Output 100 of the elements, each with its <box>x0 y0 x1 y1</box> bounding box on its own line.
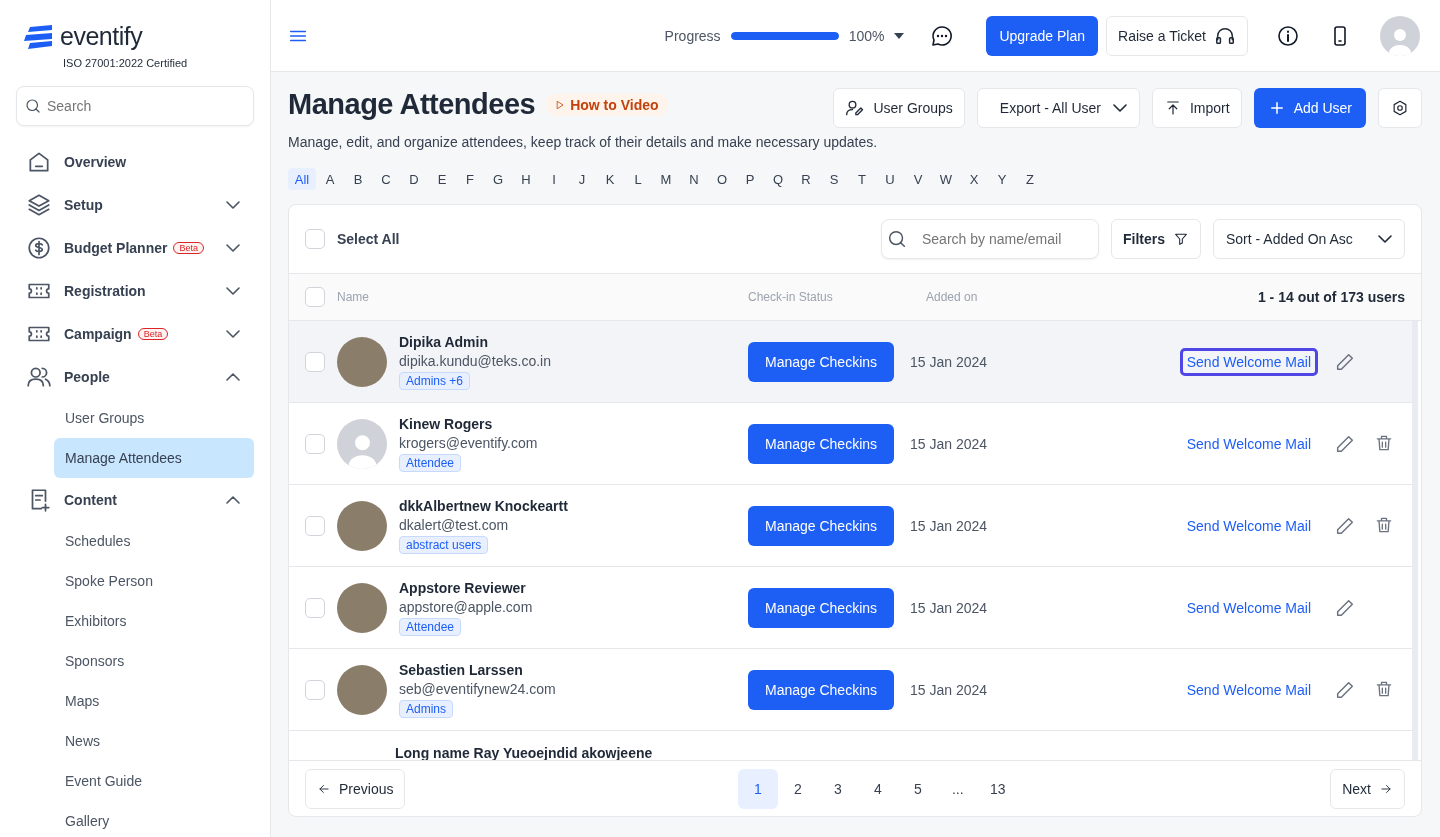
attendee-name: Dipika Admin <box>399 333 489 350</box>
send-welcome-mail-link[interactable]: Send Welcome Mail <box>1179 511 1318 540</box>
caret-icon[interactable] <box>894 32 905 39</box>
letter-filter[interactable]: Z <box>1016 168 1044 190</box>
send-welcome-mail-link[interactable]: Send Welcome Mail <box>1179 429 1318 458</box>
previous-button[interactable]: Previous <box>305 768 406 809</box>
export-dropdown[interactable]: Export - All User <box>976 88 1140 128</box>
letter-filter[interactable]: U <box>876 168 904 190</box>
sidebar-subitem[interactable]: Gallery <box>54 801 254 837</box>
letter-filter[interactable]: B <box>344 168 372 190</box>
sidebar-subitem[interactable]: Spoke Person <box>54 561 254 601</box>
raise-ticket-button[interactable]: Raise a Ticket <box>1106 15 1248 56</box>
checkbox[interactable] <box>305 287 325 307</box>
beta-badge: Beta <box>137 327 169 340</box>
letter-filter[interactable]: L <box>624 168 652 190</box>
send-welcome-mail-link[interactable]: Send Welcome Mail <box>1179 675 1318 704</box>
letter-filter[interactable]: X <box>960 168 988 190</box>
sidebar-item[interactable]: Content <box>16 478 254 521</box>
settings-button[interactable] <box>1378 88 1422 128</box>
add-user-button[interactable]: Add User <box>1253 88 1366 128</box>
page-button[interactable]: 5 <box>897 768 938 809</box>
user-groups-button[interactable]: User Groups <box>833 88 965 128</box>
manage-checkins-button[interactable]: Manage Checkins <box>748 341 894 382</box>
import-button[interactable]: Import <box>1151 88 1242 128</box>
sidebar-item[interactable]: Setup <box>16 183 254 226</box>
letter-filter[interactable]: N <box>680 168 708 190</box>
checkbox[interactable] <box>305 229 325 249</box>
attendee-name: dkkAlbertnew Knockeartt <box>399 497 569 514</box>
sidebar-subitem[interactable]: Event Guide <box>54 761 254 801</box>
manage-checkins-button[interactable]: Manage Checkins <box>748 669 894 710</box>
send-welcome-mail-link[interactable]: Send Welcome Mail <box>1179 593 1318 622</box>
letter-filter[interactable]: A <box>316 168 344 190</box>
brand-name: eventify <box>60 22 143 51</box>
page-button[interactable]: 4 <box>857 768 898 809</box>
checkbox[interactable] <box>305 515 325 536</box>
sidebar-subitem[interactable]: Maps <box>54 681 254 721</box>
letter-filter[interactable]: T <box>848 168 876 190</box>
checkbox[interactable] <box>305 679 325 700</box>
sidebar-item[interactable]: Budget Planner Beta <box>16 226 254 269</box>
letter-filter[interactable]: F <box>456 168 484 190</box>
checkbox[interactable] <box>305 597 325 618</box>
chevron-up-icon <box>226 495 240 504</box>
sidebar-item-label: Setup <box>64 196 103 213</box>
letter-filter[interactable]: J <box>568 168 596 190</box>
column-header: Name <box>337 290 369 304</box>
search-field[interactable]: Search <box>16 86 254 126</box>
table-search-field[interactable]: Search by name/email <box>881 219 1099 259</box>
letter-filter[interactable]: All <box>288 168 316 190</box>
page-button[interactable]: 1 <box>737 768 778 809</box>
manage-checkins-button[interactable]: Manage Checkins <box>748 505 894 546</box>
sidebar-subitem[interactable]: News <box>54 721 254 761</box>
sidebar-item[interactable]: Registration <box>16 269 254 312</box>
how-to-video-link[interactable]: How to Video <box>545 93 668 116</box>
manage-checkins-button[interactable]: Manage Checkins <box>748 587 894 628</box>
sidebar-item[interactable]: Overview <box>16 140 254 183</box>
letter-filter[interactable]: W <box>932 168 960 190</box>
checkbox[interactable] <box>305 433 325 454</box>
sort-dropdown[interactable]: Sort - Added On Asc <box>1213 219 1405 259</box>
letter-filter[interactable]: R <box>792 168 820 190</box>
attendee-name: Sebastien Larssen <box>399 661 524 678</box>
user-edit-icon <box>845 98 866 118</box>
letter-filter[interactable]: M <box>652 168 680 190</box>
sidebar-subitem[interactable]: Sponsors <box>54 641 254 681</box>
send-welcome-mail-link[interactable]: Send Welcome Mail <box>1179 347 1318 376</box>
letter-filter[interactable]: O <box>708 168 736 190</box>
letter-filter[interactable]: D <box>400 168 428 190</box>
page-button[interactable]: ... <box>937 768 978 809</box>
sidebar-item[interactable]: Campaign Beta <box>16 312 254 355</box>
avatar[interactable] <box>1380 15 1420 56</box>
page-button[interactable]: 2 <box>777 768 818 809</box>
letter-filter[interactable]: P <box>736 168 764 190</box>
letter-filter[interactable]: V <box>904 168 932 190</box>
sidebar-subitem[interactable]: User Groups <box>54 398 254 438</box>
chevron-up-icon <box>226 372 240 381</box>
letter-filter[interactable]: C <box>372 168 400 190</box>
letter-filter[interactable]: K <box>596 168 624 190</box>
page-button[interactable]: 3 <box>817 768 858 809</box>
sidebar-item[interactable]: People <box>16 355 254 398</box>
next-button[interactable]: Next <box>1330 768 1405 809</box>
letter-filter[interactable]: I <box>540 168 568 190</box>
dollar-icon <box>26 234 52 261</box>
attendee-name: Appstore Reviewer <box>399 579 527 596</box>
results-count: 1 - 14 out of 173 users <box>1257 289 1405 305</box>
letter-filter[interactable]: Q <box>764 168 792 190</box>
letter-filter[interactable]: G <box>484 168 512 190</box>
letter-filter[interactable]: Y <box>988 168 1016 190</box>
upgrade-plan-button[interactable]: Upgrade Plan <box>986 15 1099 56</box>
checkbox[interactable] <box>305 351 325 372</box>
column-header: Check-in Status <box>748 290 833 304</box>
manage-checkins-button[interactable]: Manage Checkins <box>748 423 894 464</box>
letter-filter[interactable]: S <box>820 168 848 190</box>
sidebar-subitem[interactable]: Exhibitors <box>54 601 254 641</box>
added-date: 15 Jan 2024 <box>910 599 989 616</box>
group-tag: Admins +6 <box>399 371 471 390</box>
page-button[interactable]: 13 <box>977 768 1018 809</box>
letter-filter[interactable]: E <box>428 168 456 190</box>
sidebar-subitem[interactable]: Manage Attendees <box>54 438 254 478</box>
letter-filter[interactable]: H <box>512 168 540 190</box>
sidebar-subitem[interactable]: Schedules <box>54 521 254 561</box>
filters-button[interactable]: Filters <box>1111 219 1201 259</box>
